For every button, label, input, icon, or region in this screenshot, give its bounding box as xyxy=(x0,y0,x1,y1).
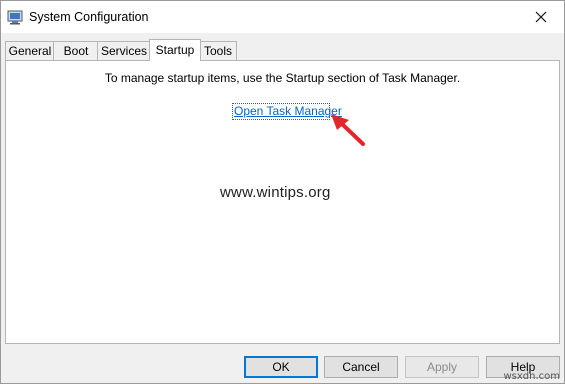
close-button[interactable] xyxy=(518,1,564,33)
tab-boot[interactable]: Boot xyxy=(53,41,99,60)
open-task-manager-link[interactable]: Open Task Manager xyxy=(234,104,342,118)
apply-button[interactable]: Apply xyxy=(405,356,479,378)
system-configuration-icon xyxy=(7,10,23,25)
tab-general[interactable]: General xyxy=(5,41,55,60)
tab-tools[interactable]: Tools xyxy=(199,41,237,60)
red-arrow-icon xyxy=(331,114,365,146)
watermark: www.wintips.org xyxy=(220,184,331,201)
cancel-button[interactable]: Cancel xyxy=(324,356,398,378)
corner-watermark: wsxdn.com xyxy=(503,371,560,382)
tab-services[interactable]: Services xyxy=(97,41,151,60)
startup-panel: To manage startup items, use the Startup… xyxy=(5,60,560,344)
tab-startup[interactable]: Startup xyxy=(149,39,201,61)
startup-message: To manage startup items, use the Startup… xyxy=(104,71,461,85)
close-icon xyxy=(535,11,547,23)
system-configuration-window: System Configuration General Boot Servic… xyxy=(0,0,565,384)
ok-button[interactable]: OK xyxy=(244,356,318,378)
window-title: System Configuration xyxy=(29,10,149,24)
title-bar[interactable]: System Configuration xyxy=(1,1,564,33)
